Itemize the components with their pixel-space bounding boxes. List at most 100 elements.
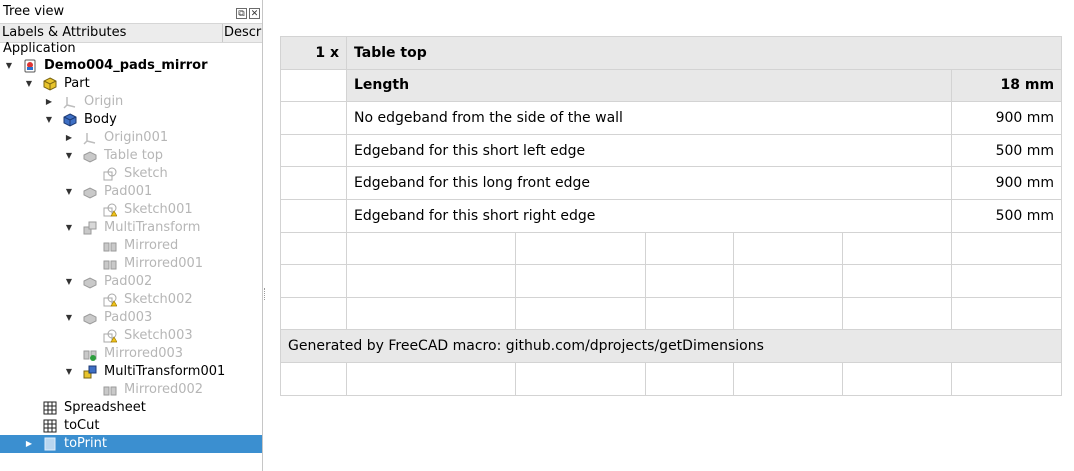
tree-item-pad002[interactable]: ▼ Pad002 [0, 273, 262, 291]
mirrored-icon [83, 350, 97, 361]
expanded-arrow-icon[interactable]: ▼ [64, 309, 74, 327]
empty-cell[interactable] [645, 296, 734, 331]
tree-item-sketch002[interactable]: Sketch002 [0, 291, 262, 309]
expanded-arrow-icon[interactable]: ▼ [64, 219, 74, 237]
tree-item-sketch003[interactable]: Sketch003 [0, 327, 262, 345]
spreadsheet-icon [43, 419, 57, 433]
tree-item-multitransform001[interactable]: ▼ MultiTransform001 [0, 363, 262, 381]
empty-cell[interactable] [346, 231, 516, 266]
empty-cell[interactable] [280, 101, 347, 135]
edge-value-cell[interactable]: 500 mm [950, 133, 1063, 168]
pad-icon [83, 313, 97, 325]
empty-cell[interactable] [346, 264, 516, 298]
tree-item-application[interactable]: Application [0, 40, 262, 58]
edge-row: Edgeband for this short right edge 500 m… [280, 198, 1063, 233]
empty-cell[interactable] [280, 198, 347, 233]
empty-cell[interactable] [280, 296, 347, 331]
empty-cell[interactable] [280, 231, 347, 266]
empty-cell[interactable] [515, 231, 646, 266]
mirrored-icon [103, 386, 117, 396]
tree-item-mirrored001[interactable]: Mirrored001 [0, 255, 262, 273]
body-icon [63, 113, 77, 127]
tree-item-mirrored003[interactable]: Mirrored003 [0, 345, 262, 363]
part-name-cell[interactable]: Table top [345, 36, 1063, 70]
edge-label-cell[interactable]: Edgeband for this short left edge [346, 133, 952, 168]
expanded-arrow-icon[interactable]: ▼ [24, 75, 34, 93]
empty-cell[interactable] [733, 264, 843, 298]
empty-cell[interactable] [645, 361, 734, 396]
sketch-icon [103, 167, 117, 181]
expanded-arrow-icon[interactable]: ▼ [64, 147, 74, 165]
empty-cell[interactable] [280, 68, 347, 103]
expanded-arrow-icon[interactable]: ▼ [4, 57, 14, 75]
edge-value-cell[interactable]: 900 mm [950, 101, 1063, 135]
float-panel-icon[interactable]: ⧉ [236, 8, 247, 19]
sketch-warning-icon [103, 293, 117, 307]
edge-value-cell[interactable]: 900 mm [950, 166, 1063, 200]
empty-cell[interactable] [842, 361, 952, 396]
empty-cell[interactable] [950, 264, 1063, 298]
empty-cell[interactable] [280, 264, 347, 298]
collapsed-arrow-icon[interactable]: ▶ [44, 93, 54, 111]
edge-label-cell[interactable]: Edgeband for this short right edge [346, 198, 952, 233]
tree-item-multitransform[interactable]: ▼ MultiTransform [0, 219, 262, 237]
pad-icon [83, 277, 97, 289]
tree-item-origin001[interactable]: ▶ Origin001 [0, 129, 262, 147]
empty-cell[interactable] [842, 264, 952, 298]
empty-cell[interactable] [733, 231, 843, 266]
mirrored-icon [103, 260, 117, 270]
empty-cell[interactable] [733, 296, 843, 331]
length-label-cell[interactable]: Length [346, 68, 952, 103]
empty-cell[interactable] [515, 264, 646, 298]
expanded-arrow-icon[interactable]: ▼ [64, 273, 74, 291]
empty-cell[interactable] [950, 296, 1063, 331]
tree-item-part[interactable]: ▼ Part [0, 75, 262, 93]
edge-label-cell[interactable]: Edgeband for this long front edge [346, 166, 952, 200]
tree-item-document[interactable]: ▼ Demo004_pads_mirror [0, 57, 262, 75]
edge-value-cell[interactable]: 500 mm [950, 198, 1063, 233]
tree-item-sketch[interactable]: Sketch [0, 165, 262, 183]
tree-item-mirrored002[interactable]: Mirrored002 [0, 381, 262, 399]
empty-cell[interactable] [645, 264, 734, 298]
empty-cell[interactable] [950, 361, 1063, 396]
length-value-cell[interactable]: 18 mm [950, 68, 1063, 103]
empty-cell[interactable] [280, 133, 347, 168]
close-panel-icon[interactable]: ✕ [249, 8, 260, 19]
quantity-cell[interactable]: 1 x [280, 36, 347, 70]
pad-icon [83, 187, 97, 199]
expanded-arrow-icon[interactable]: ▼ [44, 111, 54, 129]
splitter-handle[interactable] [264, 288, 267, 300]
part-header-row: 1 x Table top [280, 36, 1063, 70]
collapsed-arrow-icon[interactable]: ▶ [24, 435, 34, 453]
tree-item-mirrored[interactable]: Mirrored [0, 237, 262, 255]
tree-title-buttons: ⧉ ✕ [234, 5, 260, 20]
empty-cell[interactable] [346, 361, 516, 396]
tree-item-body[interactable]: ▼ Body [0, 111, 262, 129]
empty-cell[interactable] [515, 361, 646, 396]
empty-cell[interactable] [346, 296, 516, 331]
expanded-arrow-icon[interactable]: ▼ [64, 363, 74, 381]
empty-cell[interactable] [515, 296, 646, 331]
footer-cell[interactable]: Generated by FreeCAD macro: github.com/d… [279, 329, 1063, 363]
empty-cell[interactable] [645, 231, 734, 266]
tree-item-pad001[interactable]: ▼ Pad001 [0, 183, 262, 201]
tree-item-sketch001[interactable]: Sketch001 [0, 201, 262, 219]
edge-label-cell[interactable]: No edgeband from the side of the wall [346, 101, 952, 135]
empty-cell[interactable] [950, 231, 1063, 266]
tree-item-tocut[interactable]: toCut [0, 417, 262, 435]
tree-item-toprint[interactable]: ▶ toPrint [0, 435, 262, 453]
tree-item-pad003[interactable]: ▼ Pad003 [0, 309, 262, 327]
empty-cell[interactable] [842, 231, 952, 266]
tree-item-table-top[interactable]: ▼ Table top [0, 147, 262, 165]
collapsed-arrow-icon[interactable]: ▶ [64, 129, 74, 147]
multitransform-icon [83, 221, 97, 235]
tree-item-origin[interactable]: ▶ Origin [0, 93, 262, 111]
empty-cell[interactable] [280, 166, 347, 200]
tree-item-spreadsheet[interactable]: Spreadsheet [0, 399, 262, 417]
empty-cell[interactable] [733, 361, 843, 396]
expanded-arrow-icon[interactable]: ▼ [64, 183, 74, 201]
empty-cell[interactable] [842, 296, 952, 331]
mirrored-icon [103, 242, 117, 252]
empty-cell[interactable] [280, 361, 347, 396]
dimensions-table: 1 x Table top Length 18 mm No edgeband f… [279, 36, 1063, 396]
